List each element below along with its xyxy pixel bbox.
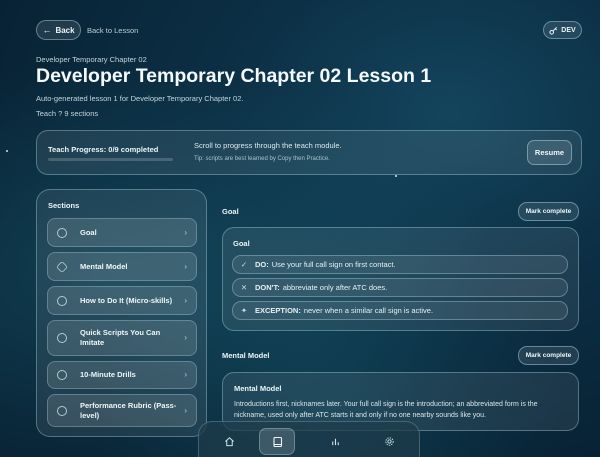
page-subtitle: Auto-generated lesson 1 for Developer Te… xyxy=(36,94,244,103)
back-to-lesson-link[interactable]: Back to Lesson xyxy=(87,26,138,35)
progress-label: Teach Progress: 0/9 completed xyxy=(48,145,159,154)
resume-button[interactable]: Resume xyxy=(527,140,572,165)
arrow-left-icon: ← xyxy=(42,25,52,35)
page-title: Developer Temporary Chapter 02 Lesson 1 xyxy=(36,65,432,87)
circle-icon xyxy=(57,227,67,238)
dev-button[interactable]: DEV xyxy=(543,21,582,39)
nav-home[interactable] xyxy=(211,428,247,455)
chevron-right-icon: › xyxy=(184,405,187,415)
rule-keyword: DON'T: xyxy=(255,283,280,292)
nav-stats[interactable] xyxy=(317,428,353,455)
check-icon: ✓ xyxy=(240,260,248,269)
teach-progress-card: Teach Progress: 0/9 completed Scroll to … xyxy=(36,130,582,175)
book-icon xyxy=(272,436,283,448)
back-button[interactable]: ← Back xyxy=(36,20,81,40)
hexagon-icon xyxy=(55,260,69,273)
progress-bar xyxy=(48,158,173,161)
circle-icon xyxy=(57,333,67,343)
section-item-goal[interactable]: Goal › xyxy=(47,218,197,247)
rule-text: never when a similar call sign is active… xyxy=(303,306,434,315)
mental-model-card-title: Mental Model xyxy=(234,384,282,393)
sections-panel: Sections Goal › Mental Model › How to Do… xyxy=(36,189,207,437)
goal-card: Goal ✓ DO: Use your full call sign on fi… xyxy=(222,227,579,331)
nav-lessons[interactable] xyxy=(259,428,295,455)
section-item-label: Mental Model xyxy=(80,261,128,271)
mental-model-card-body: Introductions first, nicknames later. Yo… xyxy=(234,401,538,419)
chevron-right-icon: › xyxy=(184,227,187,237)
rule-do: ✓ DO: Use your full call sign on first c… xyxy=(232,255,568,274)
mental-model-section-heading: Mental Model xyxy=(222,351,270,360)
chevron-right-icon: › xyxy=(184,261,187,271)
rule-text: Use your full call sign on first contact… xyxy=(271,260,396,269)
progress-hint: Scroll to progress through the teach mod… xyxy=(194,141,342,150)
rule-text: abbreviate only after ATC does. xyxy=(282,283,388,292)
breadcrumb: Developer Temporary Chapter 02 xyxy=(36,55,147,64)
sections-title: Sections xyxy=(48,201,80,210)
section-item-label: 10-Minute Drills xyxy=(80,370,136,379)
section-item-performance-rubric[interactable]: Performance Rubric (Pass-level) › xyxy=(47,394,197,427)
back-button-label: Back xyxy=(55,25,75,35)
mental-model-mark-complete-button[interactable]: Mark complete xyxy=(518,346,579,365)
sparkle-icon: ✦ xyxy=(240,306,248,315)
settings-icon xyxy=(384,436,395,447)
section-item-label: Goal xyxy=(80,227,97,237)
goal-card-title: Goal xyxy=(233,239,250,248)
goal-section-heading: Goal xyxy=(222,207,239,216)
dev-button-label: DEV xyxy=(561,26,576,34)
chevron-right-icon: › xyxy=(184,333,187,342)
chevron-right-icon: › xyxy=(184,295,187,305)
rule-keyword: DO: xyxy=(255,260,269,269)
star-dot xyxy=(395,175,397,177)
circle-icon xyxy=(57,295,67,306)
section-item-label: Performance Rubric (Pass-level) xyxy=(80,400,177,420)
x-icon: ✕ xyxy=(240,283,248,292)
nav-settings[interactable] xyxy=(371,428,407,455)
chart-icon xyxy=(330,436,341,447)
section-item-mental-model[interactable]: Mental Model › xyxy=(47,252,197,281)
circle-icon xyxy=(57,370,67,380)
circle-icon xyxy=(57,405,67,416)
section-item-label: How to Do It (Micro-skills) xyxy=(80,295,173,305)
section-item-10-minute-drills[interactable]: 10-Minute Drills › xyxy=(47,361,197,389)
bottom-nav xyxy=(198,421,420,457)
section-item-quick-scripts[interactable]: Quick Scripts You Can Imitate › xyxy=(47,320,197,356)
star-dot xyxy=(6,150,8,152)
home-icon xyxy=(224,436,235,447)
key-icon xyxy=(549,26,558,35)
lesson-meta: Teach ? 9 sections xyxy=(36,109,99,118)
progress-tip: Tip: scripts are best learned by Copy th… xyxy=(194,156,330,162)
rule-dont: ✕ DON'T: abbreviate only after ATC does. xyxy=(232,278,568,297)
goal-mark-complete-button[interactable]: Mark complete xyxy=(518,202,579,221)
rule-exception: ✦ EXCEPTION: never when a similar call s… xyxy=(232,301,568,320)
section-item-label: Quick Scripts You Can Imitate xyxy=(80,328,161,347)
rule-keyword: EXCEPTION: xyxy=(255,306,301,315)
chevron-right-icon: › xyxy=(184,370,187,379)
section-item-how-to-do-it[interactable]: How to Do It (Micro-skills) › xyxy=(47,286,197,315)
